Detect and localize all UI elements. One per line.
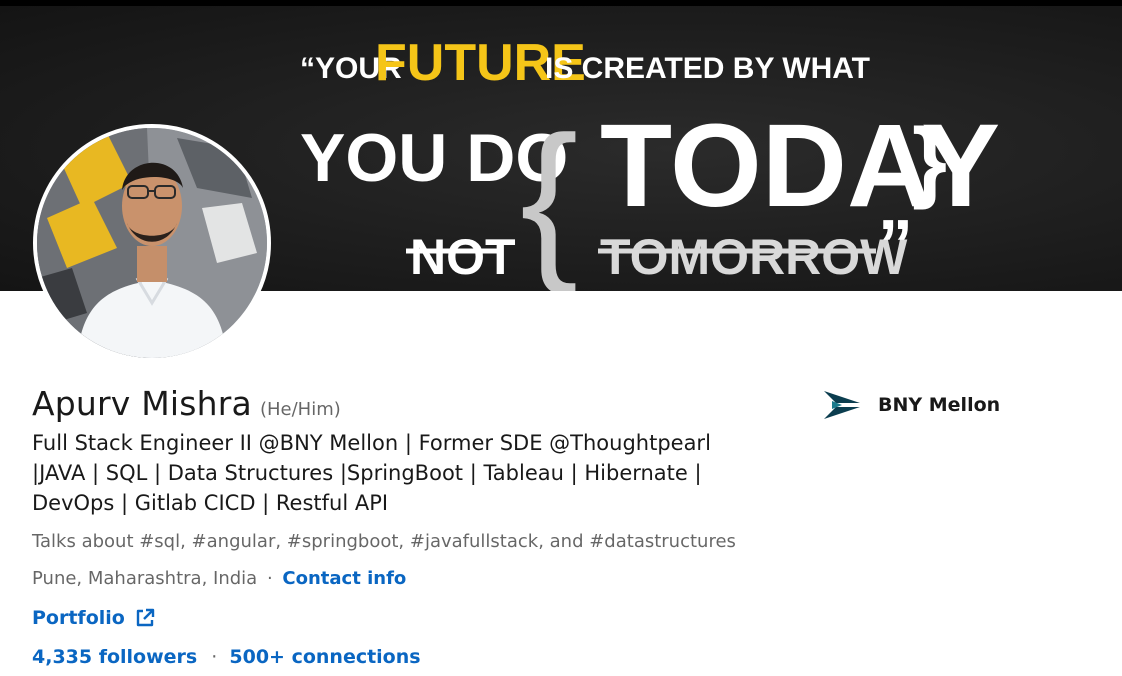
location-row: Pune, Maharashtra, India · Contact info [32,568,406,589]
portfolio-link[interactable]: Portfolio [32,607,125,629]
network-row: 4,335 followers · 500+ connections [32,646,421,668]
bny-mellon-logo-icon [824,391,860,419]
current-company[interactable]: BNY Mellon [822,389,1000,421]
network-separator: · [211,646,218,668]
banner-line1-c: IS CREATED BY WHAT [545,52,870,85]
profile-name: Apurv Mishra [32,384,252,423]
portfolio-row: Portfolio [32,607,155,629]
company-name: BNY Mellon [878,394,1001,416]
profile-headline: Full Stack Engineer II @BNY Mellon | For… [32,431,711,515]
profile-photo[interactable] [33,124,271,362]
followers-link[interactable]: 4,335 followers [32,646,197,668]
banner-close-quote: ” [878,205,913,283]
profile-pronouns: (He/Him) [259,399,341,420]
profile-location: Pune, Maharashtra, India [32,568,258,589]
banner-line3-not: NOT [410,229,516,285]
banner-brace-close: } [912,111,947,211]
name-row: Apurv Mishra (He/Him) [32,384,341,423]
contact-info-link[interactable]: Contact info [282,568,406,589]
talks-about: Talks about #sql, #angular, #springboot,… [32,531,736,552]
external-link-icon[interactable] [135,608,155,628]
connections-link[interactable]: 500+ connections [229,646,420,668]
banner-brace-open: { [520,101,578,291]
banner-line3-tomorrow: TOMORROW [600,229,908,285]
location-separator: · [266,568,273,589]
